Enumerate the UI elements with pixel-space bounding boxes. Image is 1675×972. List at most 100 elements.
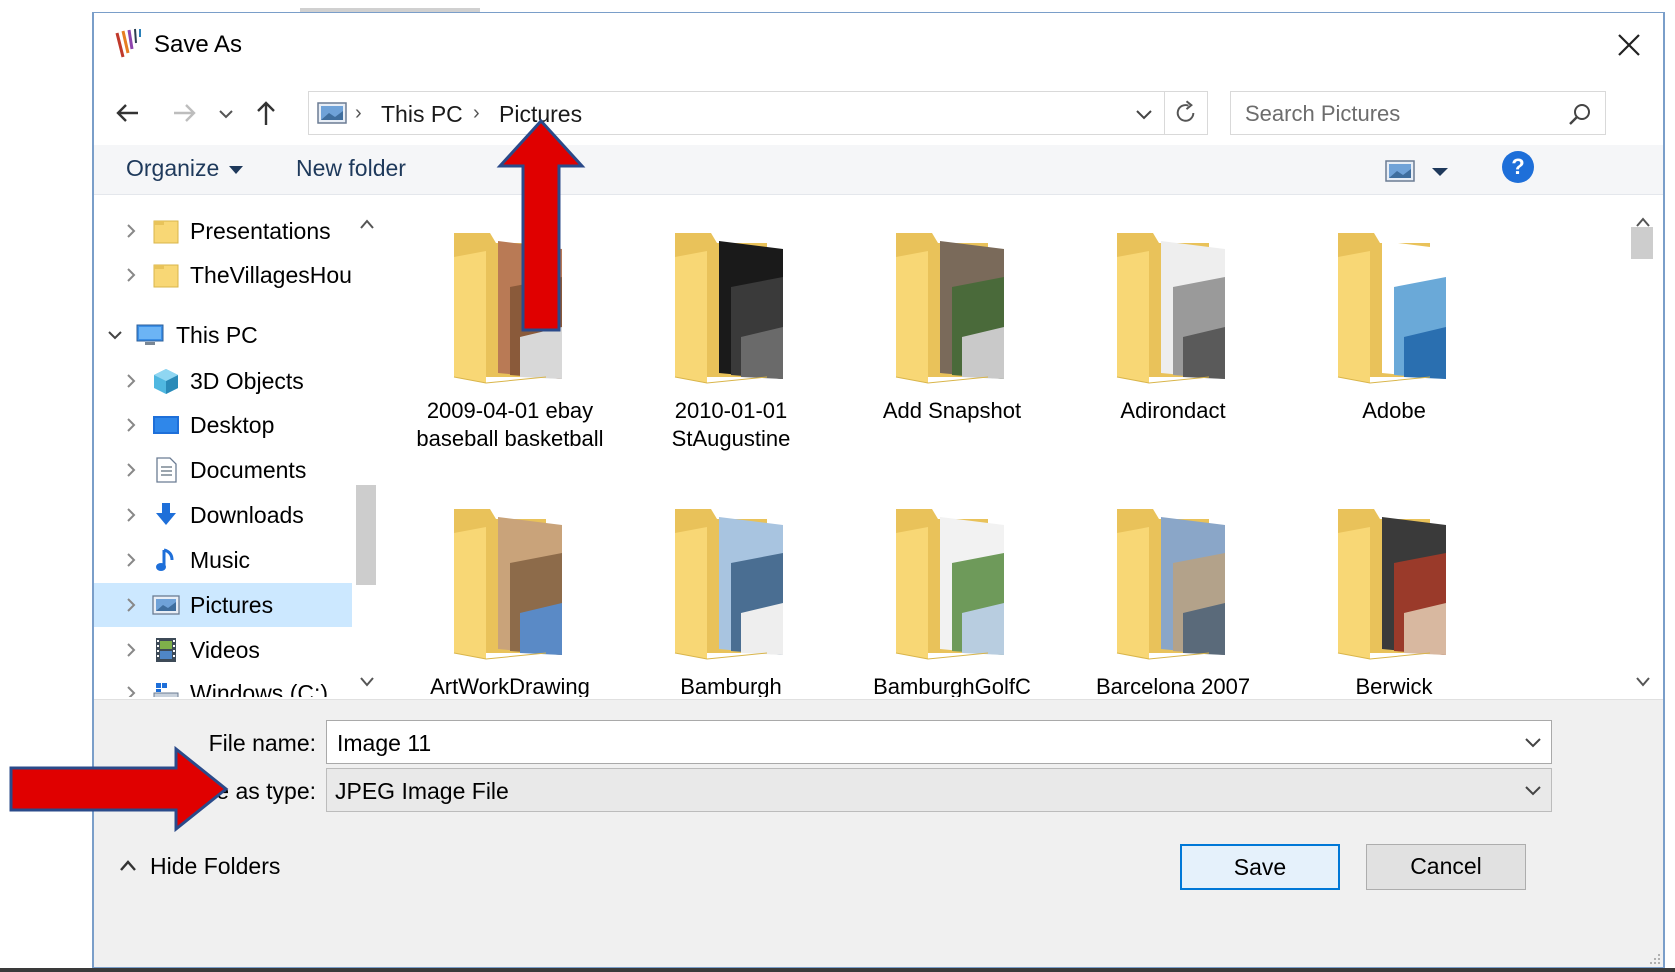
save-as-type-select[interactable]: JPEG Image File xyxy=(326,768,1552,812)
tree-item-desktop[interactable]: Desktop xyxy=(94,403,352,447)
folder-thumbnail-icon xyxy=(1113,503,1233,663)
tree-item-label: Documents xyxy=(190,457,307,483)
hide-folders-label: Hide Folders xyxy=(150,853,281,879)
chevron-right-icon[interactable] xyxy=(122,505,140,525)
folder-icon xyxy=(152,217,180,245)
desktop-icon xyxy=(152,411,180,439)
folder-name: Adobe xyxy=(1362,398,1426,423)
chevron-down-icon[interactable] xyxy=(106,325,124,345)
folder-name: ArtWorkDrawing xyxy=(430,674,590,697)
folder-name: 2010-01-01 StAugustine xyxy=(671,398,791,451)
folder-item[interactable]: Bamburgh xyxy=(631,473,831,697)
chevron-down-icon[interactable] xyxy=(1521,779,1545,801)
file-name-combobox[interactable] xyxy=(326,720,1552,764)
navigation-scrollbar-thumb[interactable] xyxy=(356,485,376,585)
app-logo-icon xyxy=(115,28,141,58)
refresh-icon[interactable] xyxy=(1164,92,1208,134)
chevron-right-icon[interactable] xyxy=(122,265,140,285)
tree-item-windows-c[interactable]: Windows (C:) xyxy=(94,671,352,697)
file-list-scrollbar[interactable] xyxy=(1624,197,1660,697)
chevron-up-icon xyxy=(120,860,136,871)
scroll-down-arrow-icon[interactable] xyxy=(1634,675,1652,689)
tree-item-label: Pictures xyxy=(190,592,274,618)
chevron-right-icon[interactable] xyxy=(122,415,140,435)
address-dropdown-icon[interactable] xyxy=(1129,100,1159,128)
save-as-type-value: JPEG Image File xyxy=(335,778,509,804)
folder-item[interactable]: 2010-01-01 StAugustine xyxy=(631,197,831,467)
cancel-button[interactable]: Cancel xyxy=(1366,844,1526,890)
resize-grip-icon[interactable] xyxy=(1647,951,1661,965)
file-list-scrollbar-thumb[interactable] xyxy=(1631,227,1653,259)
search-icon[interactable] xyxy=(1567,102,1593,128)
folder-item[interactable]: Barcelona 2007 xyxy=(1073,473,1273,697)
folder-thumbnail-icon xyxy=(450,227,570,387)
folder-name: 2009-04-01 ebay baseball basketball xyxy=(416,398,604,451)
help-icon[interactable]: ? xyxy=(1502,151,1534,183)
organize-menu-button[interactable]: Organize xyxy=(126,155,244,182)
scroll-down-arrow-icon[interactable] xyxy=(358,675,376,689)
tree-item-presentations[interactable]: Presentations xyxy=(94,209,352,253)
backdrop-bottom-line xyxy=(0,968,1675,972)
save-as-dialog: Save As › This PC › Pictures Search Pict… xyxy=(92,12,1665,968)
change-view-icon[interactable] xyxy=(1384,157,1458,187)
folder-item[interactable]: Add Snapshot xyxy=(852,197,1052,467)
music-icon xyxy=(152,546,180,574)
breadcrumb-this-pc[interactable]: This PC xyxy=(381,101,463,128)
breadcrumb-separator-icon: › xyxy=(355,102,362,124)
up-arrow-icon[interactable] xyxy=(248,95,284,131)
tree-item-downloads[interactable]: Downloads xyxy=(94,493,352,537)
tree-item-videos[interactable]: Videos xyxy=(94,628,352,672)
3d-objects-icon xyxy=(152,367,180,395)
chevron-right-icon[interactable] xyxy=(122,640,140,660)
tree-item-label: 3D Objects xyxy=(190,368,304,394)
navigation-row: › This PC › Pictures xyxy=(94,83,1663,143)
new-folder-button[interactable]: New folder xyxy=(296,155,406,182)
tree-item-documents[interactable]: Documents xyxy=(94,448,352,492)
organize-label: Organize xyxy=(126,155,220,181)
chevron-down-icon[interactable] xyxy=(1521,731,1545,753)
file-name-label: File name: xyxy=(208,730,316,756)
breadcrumb-separator-icon: › xyxy=(473,102,480,124)
videos-icon xyxy=(152,636,180,664)
folder-item[interactable]: BamburghGolfC xyxy=(852,473,1052,697)
dialog-title: Save As xyxy=(154,31,243,58)
folder-item[interactable]: Berwick xyxy=(1294,473,1494,697)
breadcrumb-pictures[interactable]: Pictures xyxy=(499,101,582,128)
chevron-right-icon[interactable] xyxy=(122,221,140,241)
file-name-input[interactable] xyxy=(337,729,1487,757)
search-input[interactable] xyxy=(1245,100,1545,128)
folder-item[interactable]: Adobe xyxy=(1294,197,1494,467)
tree-item-label: Desktop xyxy=(190,412,275,438)
navigation-pane: Presentations TheVillagesHous This PC 3D Ob… xyxy=(94,197,384,697)
navigation-scrollbar[interactable] xyxy=(352,197,382,697)
back-arrow-icon[interactable] xyxy=(110,95,146,131)
tree-item-thevillageshous[interactable]: TheVillagesHous xyxy=(94,253,363,297)
chevron-right-icon[interactable] xyxy=(122,683,140,697)
tree-item-3d-objects[interactable]: 3D Objects xyxy=(94,359,352,403)
tree-item-label: Videos xyxy=(190,637,260,663)
chevron-right-icon[interactable] xyxy=(122,595,140,615)
save-options-panel: File name: Save as type: JPEG Image File… xyxy=(94,699,1663,967)
chevron-right-icon[interactable] xyxy=(122,460,140,480)
save-as-type-label: Save as type: xyxy=(176,778,316,804)
title-bar: Save As xyxy=(94,13,1663,79)
tree-item-this-pc[interactable]: This PC xyxy=(94,313,352,357)
pictures-icon xyxy=(152,591,180,619)
forward-arrow-icon[interactable] xyxy=(166,95,202,131)
folder-item[interactable]: ArtWorkDrawing xyxy=(410,473,610,697)
folder-item[interactable]: 2009-04-01 ebay baseball basketball xyxy=(410,197,610,467)
tree-item-pictures[interactable]: Pictures xyxy=(94,583,352,627)
chevron-right-icon[interactable] xyxy=(122,371,140,391)
chevron-right-icon[interactable] xyxy=(122,550,140,570)
search-box[interactable] xyxy=(1230,91,1606,135)
recent-locations-chevron-icon[interactable] xyxy=(214,95,238,131)
caret-down-icon xyxy=(229,165,244,174)
tree-item-music[interactable]: Music xyxy=(94,538,352,582)
close-icon[interactable] xyxy=(1609,25,1649,65)
save-button[interactable]: Save xyxy=(1180,844,1340,890)
folder-name: Barcelona 2007 xyxy=(1095,674,1251,697)
scroll-up-arrow-icon[interactable] xyxy=(358,217,376,231)
command-toolbar: Organize New folder ? xyxy=(94,145,1663,195)
address-bar[interactable]: › This PC › Pictures xyxy=(308,91,1208,135)
folder-item[interactable]: Adirondact xyxy=(1073,197,1273,467)
